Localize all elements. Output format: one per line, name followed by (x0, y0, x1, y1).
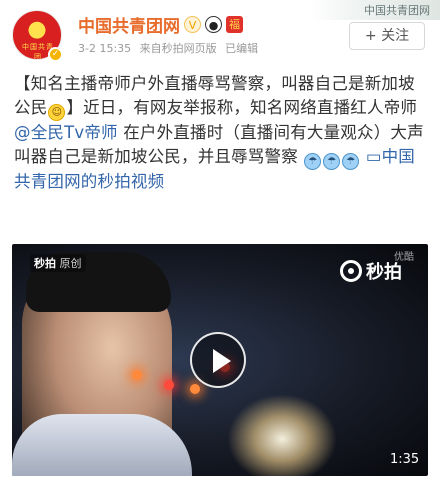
post-body-1: 近日，有网友举报称，知名网络直播红人帝师 (83, 98, 418, 117)
sweat-emoji-icon: ☂ (304, 153, 322, 170)
account-name[interactable]: 中国共青团网 (78, 12, 180, 37)
miaopai-logo-icon (340, 260, 362, 282)
light-flare (227, 394, 337, 476)
video-frame-shirt (12, 414, 192, 476)
background-light (190, 384, 200, 394)
red-envelope-icon[interactable]: 福 (226, 15, 243, 33)
background-light (132, 370, 142, 380)
sweat-emoji-icon: ☂ (323, 153, 341, 170)
play-button[interactable] (190, 332, 246, 388)
video-player[interactable]: 秒拍 原创 优酷 秒拍 1:35 (12, 244, 428, 476)
video-watermark-left: 秒拍 原创 (30, 254, 86, 272)
verified-icon: ✓ (48, 47, 63, 62)
post-source[interactable]: 来自秒拍网页版 (140, 42, 217, 55)
post-text: 【知名主播帝师户外直播辱骂警察，叫器自己是新加坡公民 ☺ 】近日，有网友举报称，知名… (14, 72, 428, 194)
header-corner-text: 中国共青团网 (364, 4, 430, 17)
account-name-row: 中国共青团网 V ● 福 (78, 12, 243, 37)
panda-icon[interactable]: ● (205, 15, 222, 33)
video-duration: 1:35 (390, 452, 420, 467)
background-light (164, 380, 174, 390)
video-watermark-right: 秒拍 (340, 258, 402, 284)
post-header: 中国共青团网 中国共青团 ✓ 中国共青团网 V ● 福 3-2 15:35 来自… (0, 0, 440, 66)
post-date: 3-2 15:35 (78, 42, 132, 55)
post-meta: 3-2 15:35 来自秒拍网页版 已编辑 (78, 40, 263, 56)
follow-button[interactable]: + 关注 (349, 22, 425, 50)
play-icon (213, 349, 231, 373)
verified-v-icon[interactable]: V (184, 15, 201, 33)
video-link-icon[interactable]: ▭ (366, 147, 382, 166)
post-title-end: 】 (66, 98, 84, 117)
smile-emoji-icon: ☺ (48, 104, 66, 121)
edited-label[interactable]: 已编辑 (225, 42, 258, 55)
header-background-photo: 中国共青团网 (310, 0, 440, 20)
sweat-emoji-icon: ☂ (342, 153, 360, 170)
mention-link[interactable]: @全民Tv帝师 (14, 123, 118, 142)
